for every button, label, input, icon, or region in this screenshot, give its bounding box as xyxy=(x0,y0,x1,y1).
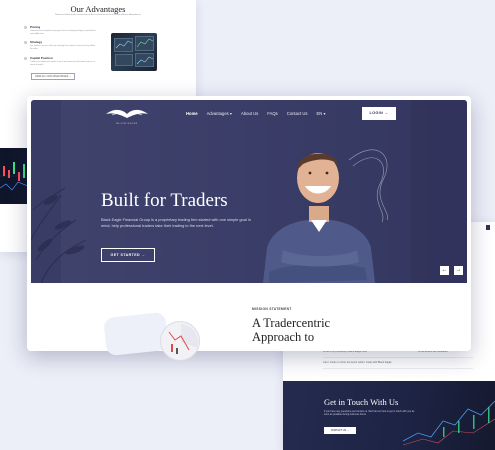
login-button[interactable]: LOGIN → xyxy=(362,107,396,120)
advantage-item-text: Our traders can earn with any strategy t… xyxy=(30,45,96,50)
divider xyxy=(323,368,473,369)
trading-chart-image xyxy=(0,148,28,204)
mission-title: A Tradercentric Approach to xyxy=(252,316,330,344)
hero-section: BLACK EAGLE Home Advantages ▾ About Us F… xyxy=(31,100,467,283)
advantage-item-title: Capital Position xyxy=(30,56,53,60)
hero-background-image xyxy=(31,100,467,283)
nav-home[interactable]: Home xyxy=(186,111,198,116)
advantages-subtitle: Nonaut ut fabuli quitis inconnuit in at … xyxy=(55,14,141,16)
faq-question[interactable]: Can I trade on other accounts while I tr… xyxy=(323,361,392,364)
bullet-icon xyxy=(24,41,27,44)
hero-description: Black Eagle Financial Group is a proprie… xyxy=(101,217,251,229)
bullet-icon xyxy=(24,26,27,29)
mission-title-line: A Tradercentric xyxy=(252,316,331,330)
advantage-item-text: Constant and competitive pricing for all… xyxy=(30,30,96,35)
mission-title-line: Approach to xyxy=(252,330,315,344)
logo-text: BLACK EAGLE xyxy=(117,122,138,125)
chart-illustration xyxy=(160,321,200,361)
view-advantages-button[interactable]: VIEW ALL OUR ADVANTAGES → xyxy=(31,73,75,80)
advantage-item: Pricing Constant and competitive pricing… xyxy=(24,25,96,35)
nav-advantages[interactable]: Advantages ▾ xyxy=(207,111,232,116)
language-selector[interactable]: EN ▾ xyxy=(316,111,325,116)
nav-about-us[interactable]: About Us xyxy=(241,111,258,116)
contact-section: Get in Touch With Us If you have any que… xyxy=(283,381,495,450)
advantages-title: Our Advantages xyxy=(70,4,126,14)
advantage-item-title: Strategy xyxy=(30,40,43,44)
arrow-left-icon[interactable]: ← xyxy=(440,266,449,275)
get-started-button[interactable]: GET STARTED → xyxy=(101,248,155,262)
mission-label: MISSION STATEMENT xyxy=(252,307,292,311)
hero-title: Built for Traders xyxy=(101,190,228,211)
advantage-item-title: Pricing xyxy=(30,25,41,29)
main-nav: Home Advantages ▾ About Us FAQs Contact … xyxy=(186,111,326,116)
homepage-card: BLACK EAGLE Home Advantages ▾ About Us F… xyxy=(27,96,471,361)
trading-desk-image xyxy=(111,33,157,71)
bullet-icon xyxy=(24,57,27,60)
contact-text: If you have any questions just contact u… xyxy=(324,410,415,417)
slider-button[interactable] xyxy=(486,225,490,230)
divider xyxy=(323,357,473,358)
advantage-item: Capital Position Traders can trade with … xyxy=(24,56,96,66)
contact-title: Get in Touch With Us xyxy=(324,397,399,407)
eagle-logo[interactable]: BLACK EAGLE xyxy=(104,106,150,126)
decorative-shape xyxy=(103,311,169,357)
arrow-right-icon[interactable]: → xyxy=(454,266,463,275)
advantage-item: Strategy Our traders can earn with any s… xyxy=(24,40,96,50)
nav-faqs[interactable]: FAQs xyxy=(267,111,277,116)
contact-us-button[interactable]: CONTACT US → xyxy=(324,427,356,434)
mission-section: MISSION STATEMENT A Tradercentric Approa… xyxy=(31,283,467,361)
advantage-item-text: Traders can trade with capital of up to … xyxy=(30,61,96,66)
nav-contact-us[interactable]: Contact Us xyxy=(287,111,308,116)
